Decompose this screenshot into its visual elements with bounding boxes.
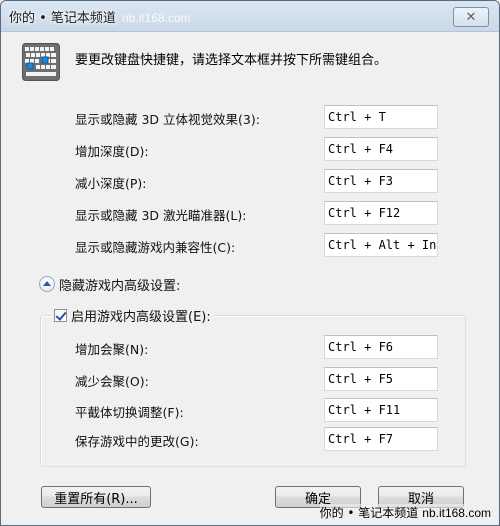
advanced-settings-toggle-label: 隐藏游戏内高级设置: — [59, 278, 181, 294]
shortcut-row: 增加深度(D): Ctrl + F4 — [1, 137, 499, 161]
shortcut-input-save-game-changes[interactable]: Ctrl + F7 — [324, 427, 438, 451]
advanced-settings-toggle[interactable]: 隐藏游戏内高级设置: — [39, 274, 180, 294]
close-button[interactable]: ✕ — [453, 7, 489, 27]
watermark-site: nb.it168.com — [422, 506, 491, 520]
enable-advanced-checkbox-row[interactable]: 启用游戏内高级设置(E): — [52, 306, 214, 325]
instruction-text: 要更改键盘快捷键，请选择文本框并按下所需键组合。 — [75, 53, 388, 68]
shortcut-label: 显示或隐藏 3D 激光瞄准器(L): — [75, 208, 247, 223]
shortcut-label: 增加会聚(N): — [75, 342, 149, 357]
shortcut-input-compatibility[interactable]: Ctrl + Alt + Ins — [324, 233, 438, 257]
shortcut-row: 保存游戏中的更改(G): Ctrl + F7 — [1, 427, 499, 451]
enable-advanced-label: 启用游戏内高级设置(E): — [71, 309, 211, 325]
shortcut-label: 显示或隐藏游戏内兼容性(C): — [75, 240, 236, 255]
shortcut-label: 显示或隐藏 3D 立体视觉效果(3): — [75, 112, 260, 127]
shortcut-input-decrease-convergence[interactable]: Ctrl + F5 — [324, 367, 438, 391]
shortcut-row: 平截体切换调整(F): Ctrl + F11 — [1, 398, 499, 422]
shortcut-input-3d-stereo[interactable]: Ctrl + T — [324, 105, 438, 129]
shortcut-input-increase-depth[interactable]: Ctrl + F4 — [324, 137, 438, 161]
collapse-up-icon — [39, 276, 55, 292]
shortcut-label: 增加深度(D): — [75, 144, 149, 159]
shortcut-row: 增加会聚(N): Ctrl + F6 — [1, 335, 499, 359]
close-icon: ✕ — [465, 9, 477, 25]
shortcut-row: 显示或隐藏 3D 激光瞄准器(L): Ctrl + F12 — [1, 201, 499, 225]
shortcut-row: 显示或隐藏 3D 立体视觉效果(3): Ctrl + T — [1, 105, 499, 129]
watermark-text: 你的 • 笔记本频道 — [319, 506, 419, 520]
watermark: 你的 • 笔记本频道 nb.it168.com — [319, 504, 491, 521]
title-bar[interactable]: 你的 • 笔记本频道 nb.it168.com ✕ — [1, 1, 499, 32]
keyboard-icon — [22, 43, 60, 81]
shortcut-row: 显示或隐藏游戏内兼容性(C): Ctrl + Alt + Ins — [1, 233, 499, 257]
dialog-body: 要更改键盘快捷键，请选择文本框并按下所需键组合。 显示或隐藏 3D 立体视觉效果… — [1, 32, 499, 525]
window-title: 你的 • 笔记本频道 nb.it168.com — [9, 7, 191, 26]
shortcut-label: 减小深度(P): — [75, 176, 147, 191]
window-title-site: nb.it168.com — [121, 11, 191, 25]
enable-advanced-checkbox[interactable] — [54, 308, 67, 322]
shortcut-label: 减少会聚(O): — [75, 374, 149, 389]
shortcut-input-frustum-adjust[interactable]: Ctrl + F11 — [324, 398, 438, 422]
shortcut-row: 减少会聚(O): Ctrl + F5 — [1, 367, 499, 391]
shortcut-input-decrease-depth[interactable]: Ctrl + F3 — [324, 169, 438, 193]
shortcut-row: 减小深度(P): Ctrl + F3 — [1, 169, 499, 193]
shortcut-label: 平截体切换调整(F): — [75, 405, 184, 420]
shortcut-input-laser-sight[interactable]: Ctrl + F12 — [324, 201, 438, 225]
shortcut-input-increase-convergence[interactable]: Ctrl + F6 — [324, 335, 438, 359]
window-title-text: 你的 • 笔记本频道 — [9, 11, 116, 26]
dialog-window: 你的 • 笔记本频道 nb.it168.com ✕ 要更改键盘快捷键，请选择文本框… — [0, 0, 500, 526]
shortcut-label: 保存游戏中的更改(G): — [75, 434, 199, 449]
reset-all-button[interactable]: 重置所有(R)... — [41, 486, 151, 508]
